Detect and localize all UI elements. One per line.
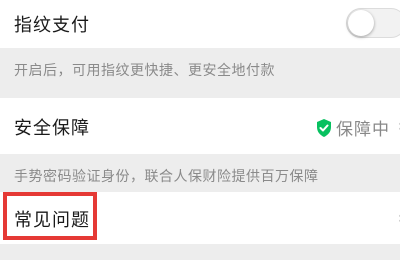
faq-highlight-box (3, 192, 97, 240)
fingerprint-payment-title: 指纹支付 (14, 15, 90, 36)
toggle-knob (348, 10, 374, 36)
fingerprint-payment-description: 开启后，可用指纹更快捷、更安全地付款 (14, 63, 275, 79)
security-status: 保障中 (316, 115, 390, 140)
security-status-text: 保障中 (336, 120, 390, 140)
shield-check-icon (317, 118, 331, 137)
fingerprint-payment-row: 指纹支付 (0, 0, 400, 48)
security-guarantee-row[interactable]: 安全保障 保障中 › (0, 98, 400, 154)
security-guarantee-title: 安全保障 (14, 118, 90, 139)
security-guarantee-description: 手势密码验证身份，联合人保财险提供百万保障 (14, 169, 319, 185)
fingerprint-payment-toggle[interactable] (346, 8, 400, 38)
